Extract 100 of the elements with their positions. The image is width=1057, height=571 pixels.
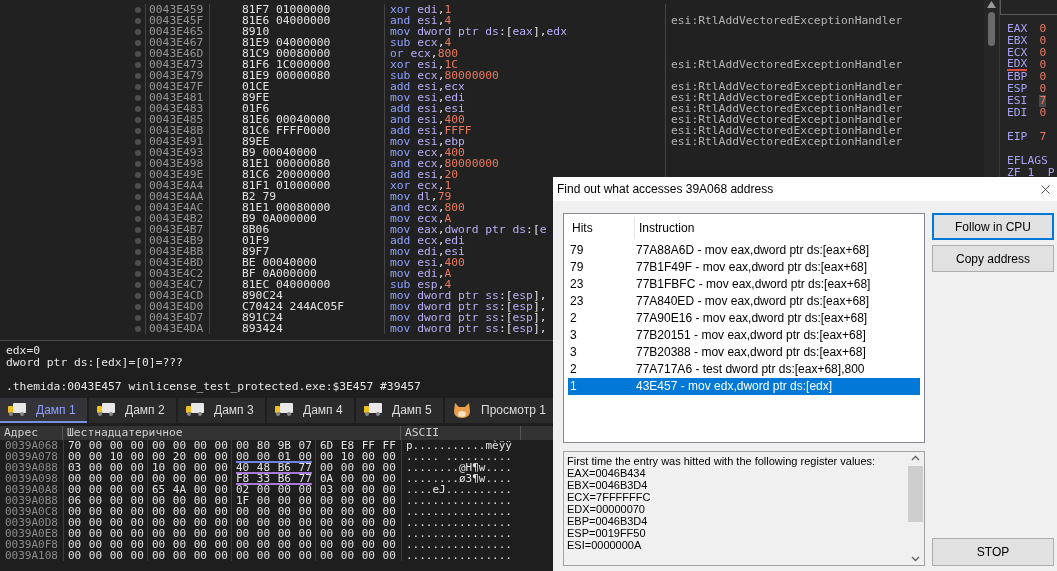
breakpoint-dot[interactable]	[134, 226, 141, 233]
tab[interactable]: Дамп 4	[267, 398, 354, 423]
dialog-button[interactable]: Copy address	[932, 245, 1054, 272]
breakpoint-dot[interactable]	[134, 281, 141, 288]
tab[interactable]: Дамп 5	[356, 398, 443, 423]
breakpoint-dot[interactable]	[134, 94, 141, 101]
breakpoint-dot[interactable]	[134, 116, 141, 123]
register-value[interactable]: 0	[1039, 107, 1047, 119]
scrollbar[interactable]	[907, 452, 924, 565]
hex-bytes: 00 00 10 00	[63, 451, 147, 462]
log-line: EBX=0046B3D4	[567, 479, 649, 491]
list-row[interactable]: 1 43E457 - mov edx,dword ptr ds:[edx]	[568, 378, 920, 395]
address: 0043E491	[145, 136, 210, 147]
register-value[interactable]: 0	[1039, 71, 1047, 83]
breakpoint-dot[interactable]	[134, 149, 141, 156]
breakpoint-dot[interactable]	[134, 105, 141, 112]
column-header[interactable]: Instruction	[634, 217, 920, 239]
hex-bytes: 10 00 00 00	[147, 462, 231, 473]
breakpoint-dot[interactable]	[134, 28, 141, 35]
opcode-bytes: 81F7 01000000	[210, 4, 385, 15]
instruction: add ecx,edi	[390, 234, 465, 247]
address: 0043E4BB	[145, 246, 210, 257]
list-row[interactable]: 3 77B20151 - mov eax,dword ptr ds:[eax+68]	[568, 327, 920, 344]
scroll-down-icon[interactable]	[911, 556, 920, 562]
breakpoint-dot[interactable]	[134, 72, 141, 79]
breakpoint-dot[interactable]	[134, 83, 141, 90]
register-value[interactable]: 0	[1039, 83, 1047, 95]
register-value[interactable]: 0	[1039, 47, 1047, 59]
log-line: ESP=0019FF50	[567, 527, 647, 539]
breakpoint-dot[interactable]	[134, 50, 141, 57]
tab[interactable]: Дамп 3	[178, 398, 265, 423]
info-line: edx=0	[6, 345, 40, 357]
opcode-bytes: C70424 244AC05F	[210, 301, 385, 312]
hex-bytes: 6D E8 FF FF	[315, 440, 399, 451]
opcode-bytes: 893424	[210, 323, 385, 334]
breakpoint-dot[interactable]	[134, 259, 141, 266]
breakpoint-dot[interactable]	[134, 204, 141, 211]
hex-bytes: 00 00 00 00	[147, 440, 231, 451]
instruction: mov dword ptr ss:[esp],	[390, 311, 547, 324]
address: 0039A0E8	[4, 528, 59, 539]
hex-bytes: 00 00 00 00	[63, 473, 147, 484]
breakpoint-dot[interactable]	[134, 325, 141, 332]
list-row[interactable]: 79 77A88A6D - mov eax,dword ptr ds:[eax+68]	[568, 242, 920, 259]
log-box[interactable]: First time the entry was hitted with the following register values: EAX=0046B434 EBX=0046B3D4 ECX=7FFFFFFC EDX=00000070 EBP=0046B3D4 ESP=0019FF50 ESI=0000000A	[563, 451, 925, 566]
breakpoint-dot[interactable]	[134, 17, 141, 24]
truck-icon	[8, 403, 26, 416]
breakpoint-dot[interactable]	[134, 138, 141, 145]
register-name: EDI	[1007, 107, 1028, 119]
column-header[interactable]: Hits	[568, 221, 634, 235]
breakpoint-dot[interactable]	[134, 39, 141, 46]
breakpoint-dot[interactable]	[134, 61, 141, 68]
stop-button[interactable]: STOP	[932, 538, 1054, 566]
hex-bytes: 00 00 00 00	[231, 517, 315, 528]
dialog-button[interactable]: Follow in CPU	[932, 213, 1054, 240]
tab[interactable]: Дамп 1	[0, 398, 87, 423]
list-row[interactable]: 23 77A840ED - mov eax,dword ptr ds:[eax+68]	[568, 293, 920, 310]
list-row[interactable]: 79 77B1F49F - mov eax,dword ptr ds:[eax+68]	[568, 259, 920, 276]
breakpoint-dot[interactable]	[134, 193, 141, 200]
list-row[interactable]: 3 77B20388 - mov eax,dword ptr ds:[eax+68]	[568, 344, 920, 361]
breakpoint-dot[interactable]	[134, 6, 141, 13]
breakpoint-dot[interactable]	[134, 292, 141, 299]
scroll-up-icon[interactable]	[987, 1, 996, 8]
opcode-bytes: 81EC 04000000	[210, 279, 385, 290]
breakpoint-dot[interactable]	[134, 303, 141, 310]
column-header[interactable]: Шестнадцатеричное	[63, 426, 401, 440]
register-name: EDX	[1007, 59, 1028, 71]
list-row[interactable]: 2 77A717A6 - test dword ptr ds:[eax+68],800	[568, 361, 920, 378]
scroll-up-icon[interactable]	[911, 455, 920, 461]
register-value[interactable]: 0	[1039, 35, 1047, 47]
tab[interactable]: Просмотр 1	[445, 398, 554, 423]
address: 0043E4BD	[145, 257, 210, 268]
log-line: EBP=0046B3D4	[567, 515, 649, 527]
column-header[interactable]: ASCII	[401, 426, 521, 440]
breakpoint-dot[interactable]	[134, 127, 141, 134]
breakpoint-dot[interactable]	[134, 270, 141, 277]
breakpoint-dot[interactable]	[134, 248, 141, 255]
address: 0039A0B8	[4, 495, 59, 506]
breakpoint-dot[interactable]	[134, 314, 141, 321]
scroll-thumb[interactable]	[988, 12, 995, 46]
ascii-text: ..... ..........	[401, 451, 521, 462]
address: 0043E4B9	[145, 235, 210, 246]
hex-bytes: 40 48 B6 77	[231, 462, 315, 473]
log-line: EAX=0046B434	[567, 467, 647, 479]
breakpoint-dot[interactable]	[134, 171, 141, 178]
breakpoint-dot[interactable]	[134, 215, 141, 222]
register-value[interactable]: 7	[1039, 131, 1047, 143]
breakpoint-dot[interactable]	[134, 182, 141, 189]
breakpoint-dot[interactable]	[134, 160, 141, 167]
hex-bytes: 00 00 00 00	[315, 550, 399, 561]
list-row[interactable]: 2 77A90E16 - mov eax,dword ptr ds:[eax+68]	[568, 310, 920, 327]
register-value[interactable]: 0	[1039, 23, 1047, 35]
instruction: mov ecx,A	[390, 212, 452, 225]
address: 0043E473	[145, 59, 210, 70]
breakpoint-dot[interactable]	[134, 237, 141, 244]
column-header[interactable]: Адрес	[0, 426, 63, 440]
list-row[interactable]: 23 77B1FBFC - mov eax,dword ptr ds:[eax+68]	[568, 276, 920, 293]
flags-line: ZF 1 P	[1007, 167, 1055, 179]
tab[interactable]: Дамп 2	[89, 398, 176, 423]
register-value[interactable]: 0	[1039, 59, 1047, 71]
comment: esi:RtlAddVectoredExceptionHandler	[671, 135, 903, 148]
